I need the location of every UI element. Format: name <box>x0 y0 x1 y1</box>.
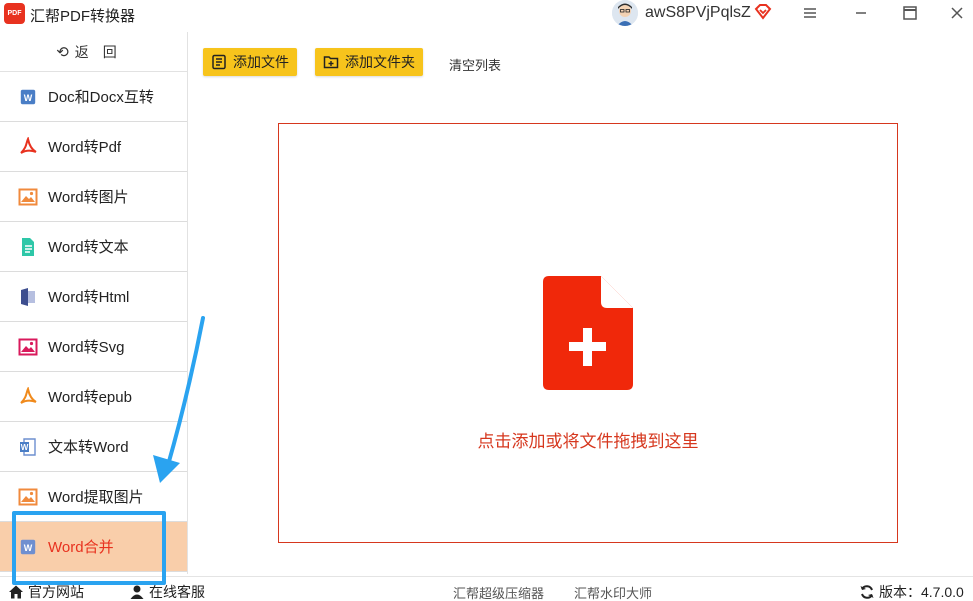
add-file-label: 添加文件 <box>233 54 289 70</box>
add-folder-label: 添加文件夹 <box>345 54 415 70</box>
maximize-icon[interactable] <box>898 2 922 24</box>
user-icon <box>129 584 145 600</box>
drop-zone-text: 点击添加或将文件拖拽到这里 <box>477 432 699 451</box>
app-title: 汇帮PDF转换器 <box>30 8 136 25</box>
svg-text:W: W <box>21 443 29 452</box>
hamburger-menu-icon[interactable] <box>798 2 822 24</box>
compressor-link[interactable]: 汇帮超级压缩器 <box>453 583 544 601</box>
epub-icon <box>18 386 38 407</box>
folder-add-icon <box>323 54 339 70</box>
watermark-link[interactable]: 汇帮水印大师 <box>574 583 652 601</box>
sidebar-item-label: Word转Pdf <box>48 139 122 156</box>
minimize-icon[interactable] <box>849 2 873 24</box>
add-file-icon[interactable] <box>543 276 633 390</box>
sidebar-item-word-text[interactable]: Word转文本 <box>0 222 187 272</box>
sidebar-item-word-pdf[interactable]: Word转Pdf <box>0 122 187 172</box>
file-drop-zone[interactable]: 点击添加或将文件拖拽到这里 <box>278 123 898 543</box>
image-icon <box>18 187 38 207</box>
version-number: 4.7.0.0 <box>921 584 964 600</box>
html-icon <box>18 287 38 307</box>
app-logo: PDF <box>4 3 25 24</box>
home-icon <box>8 584 24 600</box>
avatar[interactable] <box>612 0 638 26</box>
sidebar-item-label: 文本转Word <box>48 439 129 456</box>
sidebar-item-label: Word转Html <box>48 289 130 306</box>
svg-image-icon <box>18 337 38 357</box>
vip-diamond-icon[interactable] <box>753 2 773 22</box>
pdf-icon <box>18 136 38 157</box>
file-list-icon <box>211 54 227 70</box>
refresh-icon <box>859 584 875 600</box>
sidebar-item-label: Doc和Docx互转 <box>48 89 154 106</box>
username: awS8PVjPqlsZ <box>645 4 751 21</box>
sidebar-item-word-image[interactable]: Word转图片 <box>0 172 187 222</box>
sidebar-item-label: Word转图片 <box>48 189 129 206</box>
sidebar-item-label: Word转文本 <box>48 239 129 256</box>
add-folder-button[interactable]: 添加文件夹 <box>315 48 423 76</box>
sidebar-item-label: Word提取图片 <box>48 489 144 506</box>
add-file-button[interactable]: 添加文件 <box>203 48 297 76</box>
sidebar-item-label: Word转epub <box>48 389 132 406</box>
close-icon[interactable] <box>945 2 969 24</box>
word-icon: W <box>18 87 38 107</box>
word-doc-icon: W <box>18 437 38 457</box>
back-label: 返回 <box>74 43 131 60</box>
clear-list-button[interactable]: 清空列表 <box>449 55 501 74</box>
pointer-arrow-annotation <box>153 316 205 483</box>
highlight-box-annotation <box>12 511 166 585</box>
version-info[interactable]: 版本： 4.7.0.0 <box>859 582 964 601</box>
version-label: 版本： <box>879 584 921 600</box>
sidebar: ⟲ 返回 W Doc和Docx互转 Word转Pdf Word转图片 Word转… <box>0 32 188 574</box>
back-button[interactable]: ⟲ 返回 <box>0 32 187 72</box>
sidebar-item-doc-docx[interactable]: W Doc和Docx互转 <box>0 72 187 122</box>
image-icon <box>18 487 38 507</box>
svg-text:W: W <box>24 93 33 103</box>
text-file-icon <box>18 237 38 257</box>
back-arrow-icon: ⟲ <box>56 43 69 61</box>
sidebar-item-label: Word转Svg <box>48 339 125 356</box>
title-bar: PDF 汇帮PDF转换器 awS8PVjPqlsZ <box>0 0 973 28</box>
